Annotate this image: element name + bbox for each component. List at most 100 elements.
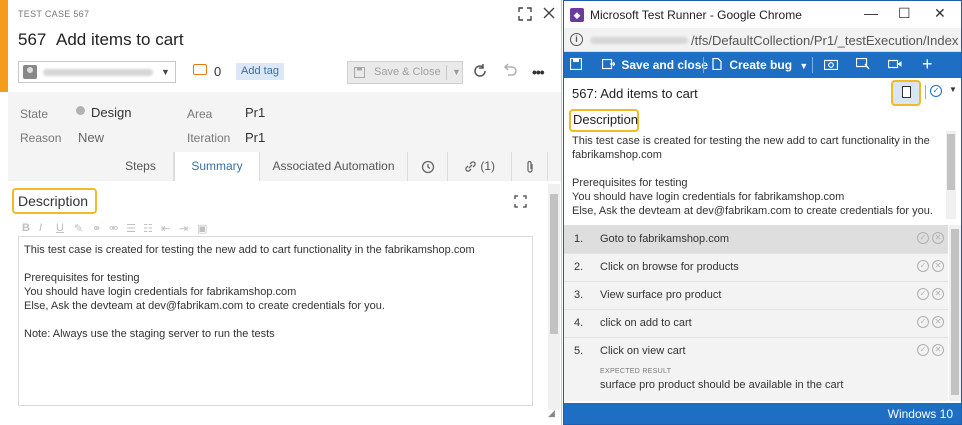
expand-description-icon[interactable] xyxy=(514,195,527,211)
undo-icon[interactable] xyxy=(502,63,517,81)
comment-count: 0 xyxy=(214,64,222,79)
info-icon[interactable]: i xyxy=(570,33,583,46)
step-text: Click on browse for products xyxy=(600,261,739,273)
environment-label: Windows 10 xyxy=(887,407,953,421)
more-actions-icon[interactable]: ••• xyxy=(532,64,545,80)
record-screen-icon[interactable] xyxy=(887,58,902,73)
pass-step-icon[interactable]: ✓ xyxy=(917,260,929,272)
description-scrollbar[interactable] xyxy=(946,131,956,219)
steps-scrollbar[interactable] xyxy=(949,225,961,401)
status-bar: Windows 10 xyxy=(564,403,961,424)
test-step[interactable]: 2. Click on browse for products ✓ ✕ xyxy=(564,254,948,282)
window-title: Microsoft Test Runner - Google Chrome xyxy=(590,8,802,22)
comment-icon[interactable] xyxy=(193,64,207,75)
test-steps-list: 1. Goto to fabrikamshop.com ✓ ✕ 2. Click… xyxy=(564,225,948,401)
description-heading: Description xyxy=(18,193,89,209)
minimize-icon[interactable]: — xyxy=(864,5,878,21)
pass-step-icon[interactable]: ✓ xyxy=(917,232,929,244)
decrease-indent-icon[interactable]: ⇤ xyxy=(161,222,170,235)
reason-label: Reason xyxy=(20,131,62,145)
state-dropdown[interactable]: Design xyxy=(91,105,131,120)
tab-associated-automation[interactable]: Associated Automation xyxy=(260,152,408,181)
add-tag-button[interactable]: Add tag xyxy=(236,63,284,80)
chevron-down-icon[interactable]: ▼ xyxy=(452,62,461,83)
tab-steps[interactable]: Steps xyxy=(108,152,174,181)
numbered-list-icon[interactable]: ☷ xyxy=(143,222,153,235)
step-number: 1. xyxy=(574,233,584,245)
assigned-to-dropdown[interactable]: ▼ xyxy=(18,61,176,83)
bold-button[interactable]: B xyxy=(22,222,30,234)
pass-step-icon[interactable]: ✓ xyxy=(917,316,929,328)
avatar xyxy=(23,65,37,79)
scrollbar-thumb[interactable] xyxy=(951,229,959,395)
image-icon[interactable]: ▣ xyxy=(197,222,207,235)
form-scrollbar[interactable] xyxy=(548,184,560,410)
test-step[interactable]: 5. Click on view cart ✓ ✕ EXPECTED RESUL… xyxy=(564,338,948,400)
pass-test-icon[interactable]: ✓ xyxy=(930,85,942,97)
chevron-down-icon: ▼ xyxy=(161,67,170,77)
unlink-icon[interactable]: ⚮ xyxy=(109,222,118,235)
scrollbar-thumb[interactable] xyxy=(947,134,955,190)
description-line xyxy=(24,313,527,327)
fail-step-icon[interactable]: ✕ xyxy=(932,260,944,272)
work-item-type-bar xyxy=(0,0,8,92)
description-line: You should have login credentials for fa… xyxy=(572,191,845,203)
fail-step-icon[interactable]: ✕ xyxy=(932,232,944,244)
maximize-icon[interactable]: ☐ xyxy=(898,5,911,22)
step-number: 2. xyxy=(574,261,584,273)
tab-attachments[interactable] xyxy=(512,152,548,181)
work-item-form: TEST CASE 567 567 Add items to cart ▼ 0 … xyxy=(0,0,562,425)
test-step[interactable]: 3. View surface pro product ✓ ✕ xyxy=(564,282,948,310)
fail-step-icon[interactable]: ✕ xyxy=(932,316,944,328)
step-number: 3. xyxy=(574,289,584,301)
save-icon[interactable] xyxy=(569,57,583,73)
address-bar[interactable]: i /tfs/DefaultCollection/Pr1/_testExecut… xyxy=(564,28,961,52)
test-step[interactable]: 4. click on add to cart ✓ ✕ xyxy=(564,310,948,338)
save-close-button[interactable]: Save & Close ▼ xyxy=(347,61,463,84)
bullet-list-icon[interactable]: ☰ xyxy=(126,222,136,235)
state-label: State xyxy=(20,107,49,121)
step-number: 5. xyxy=(574,345,584,357)
step-number: 4. xyxy=(574,317,584,329)
tab-history[interactable] xyxy=(408,152,448,181)
description-editor[interactable]: This test case is created for testing th… xyxy=(18,236,533,406)
save-and-close-button[interactable]: Save and close xyxy=(601,58,708,72)
close-icon[interactable] xyxy=(542,6,556,23)
description-line: Else, Ask the devteam at dev@fabrikam.co… xyxy=(24,300,385,312)
capture-user-actions-icon[interactable] xyxy=(855,57,870,73)
create-bug-label: Create bug xyxy=(729,58,793,72)
iteration-field[interactable]: Pr1 xyxy=(245,130,265,145)
highlight-icon[interactable]: ✎ xyxy=(74,222,83,235)
fail-step-icon[interactable]: ✕ xyxy=(932,288,944,300)
window-close-icon[interactable]: ✕ xyxy=(934,5,946,22)
test-step[interactable]: 1. Goto to fabrikamshop.com ✓ ✕ xyxy=(564,226,948,254)
fullscreen-icon[interactable] xyxy=(518,7,532,24)
refresh-icon[interactable] xyxy=(472,63,488,82)
reason-dropdown[interactable]: New xyxy=(78,130,104,145)
description-line: This test case is created for testing th… xyxy=(572,135,930,147)
italic-button[interactable]: I xyxy=(39,222,42,234)
create-bug-button[interactable]: Create bug ▼ xyxy=(712,57,808,72)
tab-links[interactable]: (1) xyxy=(448,152,512,181)
description-line: You should have login credentials for fa… xyxy=(24,286,297,298)
save-close-label: Save & Close xyxy=(374,66,441,78)
add-icon[interactable]: + xyxy=(922,54,933,75)
description-toggle-button[interactable] xyxy=(891,80,921,106)
links-count: (1) xyxy=(480,159,495,173)
link-icon xyxy=(464,159,480,173)
runner-toolbar: Save and close Create bug ▼ + xyxy=(564,52,961,78)
fail-step-icon[interactable]: ✕ xyxy=(932,344,944,356)
work-item-title[interactable]: Add items to cart xyxy=(56,30,184,50)
description-line: fabrikamshop.com xyxy=(572,149,662,161)
link-icon[interactable]: ⚭ xyxy=(92,222,101,235)
pass-step-icon[interactable]: ✓ xyxy=(917,344,929,356)
scrollbar-thumb[interactable] xyxy=(550,194,558,334)
area-field[interactable]: Pr1 xyxy=(245,105,265,120)
pass-step-icon[interactable]: ✓ xyxy=(917,288,929,300)
tab-summary[interactable]: Summary xyxy=(174,152,260,181)
screenshot-icon[interactable] xyxy=(823,58,839,73)
url-path: /tfs/DefaultCollection/Pr1/_testExecutio… xyxy=(691,33,959,48)
underline-button[interactable]: U xyxy=(56,222,64,234)
increase-indent-icon[interactable]: ⇥ xyxy=(179,222,188,235)
chevron-down-icon[interactable]: ▼ xyxy=(949,85,957,94)
